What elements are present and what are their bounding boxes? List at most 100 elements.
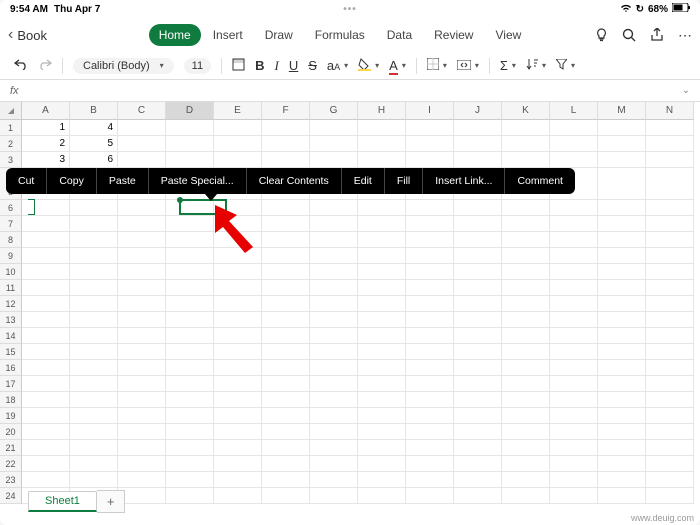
cell[interactable] [262,312,310,328]
column-header[interactable]: F [262,102,310,120]
cell[interactable] [502,328,550,344]
cell[interactable] [118,312,166,328]
cell[interactable] [70,408,118,424]
cell[interactable] [454,456,502,472]
cell[interactable] [598,216,646,232]
tab-insert[interactable]: Insert [203,24,253,46]
cell[interactable] [454,488,502,504]
row-header[interactable]: 18 [0,392,22,408]
cell[interactable] [310,312,358,328]
cell[interactable] [598,232,646,248]
cell[interactable] [550,488,598,504]
cell[interactable] [598,344,646,360]
cell[interactable] [550,152,598,168]
cell[interactable] [646,248,694,264]
cell[interactable] [454,328,502,344]
cell[interactable] [262,296,310,312]
row-header[interactable]: 8 [0,232,22,248]
cell[interactable] [598,136,646,152]
cell[interactable] [454,472,502,488]
cell[interactable] [646,408,694,424]
cell[interactable] [550,216,598,232]
cell[interactable] [262,360,310,376]
cell[interactable] [70,360,118,376]
cell[interactable] [454,264,502,280]
cell[interactable]: 3 [22,152,70,168]
column-header[interactable]: D [166,102,214,120]
cell[interactable] [406,392,454,408]
search-icon[interactable] [622,28,636,42]
row-header[interactable]: 21 [0,440,22,456]
cell[interactable] [70,216,118,232]
cell[interactable] [214,376,262,392]
cell-style-icon[interactable] [232,58,245,74]
cell[interactable] [118,392,166,408]
cell[interactable] [118,120,166,136]
cell[interactable] [166,408,214,424]
cell[interactable] [454,232,502,248]
cell[interactable] [358,392,406,408]
cell[interactable] [70,264,118,280]
cell[interactable] [502,408,550,424]
cell[interactable] [502,280,550,296]
cell[interactable] [310,392,358,408]
cell[interactable] [406,136,454,152]
row-header[interactable]: 2 [0,136,22,152]
cell[interactable] [262,136,310,152]
cell[interactable] [502,488,550,504]
cell[interactable] [310,232,358,248]
cell[interactable] [502,312,550,328]
cell[interactable] [22,392,70,408]
cell[interactable] [454,280,502,296]
sheet-tab[interactable]: Sheet1 [28,491,97,512]
cell[interactable] [118,376,166,392]
column-header[interactable]: C [118,102,166,120]
cell[interactable] [358,264,406,280]
cell[interactable] [406,440,454,456]
row-header[interactable]: 6 [0,200,22,216]
cell[interactable] [406,328,454,344]
cell[interactable] [358,280,406,296]
cell[interactable] [118,280,166,296]
cell[interactable] [118,472,166,488]
cell[interactable] [646,184,694,200]
context-menu-item[interactable]: Edit [342,168,385,194]
underline-button[interactable]: U [289,58,298,73]
cell[interactable] [310,200,358,216]
cell[interactable] [502,344,550,360]
cell[interactable] [22,248,70,264]
cell[interactable] [70,440,118,456]
font-color-button[interactable]: A [389,58,398,73]
cell[interactable] [598,424,646,440]
cell[interactable]: 5 [70,136,118,152]
cell[interactable] [550,472,598,488]
cell[interactable] [70,232,118,248]
cell[interactable] [454,440,502,456]
cell[interactable] [502,360,550,376]
row-header[interactable]: 22 [0,456,22,472]
cell[interactable] [262,424,310,440]
cell[interactable] [70,296,118,312]
cell[interactable] [166,312,214,328]
cell[interactable] [214,152,262,168]
cell[interactable] [166,456,214,472]
cell[interactable] [310,248,358,264]
cell[interactable] [70,376,118,392]
cell[interactable] [214,456,262,472]
cell[interactable] [22,408,70,424]
cell[interactable] [598,440,646,456]
cell[interactable] [70,472,118,488]
cell[interactable] [454,136,502,152]
cell[interactable] [358,456,406,472]
cell[interactable] [166,424,214,440]
cell[interactable] [118,344,166,360]
cell[interactable] [454,216,502,232]
cell[interactable] [22,472,70,488]
cell[interactable] [358,376,406,392]
cell[interactable] [598,120,646,136]
cell[interactable] [118,152,166,168]
cell[interactable] [598,376,646,392]
cell[interactable] [646,152,694,168]
cell[interactable] [70,248,118,264]
cell[interactable] [406,200,454,216]
